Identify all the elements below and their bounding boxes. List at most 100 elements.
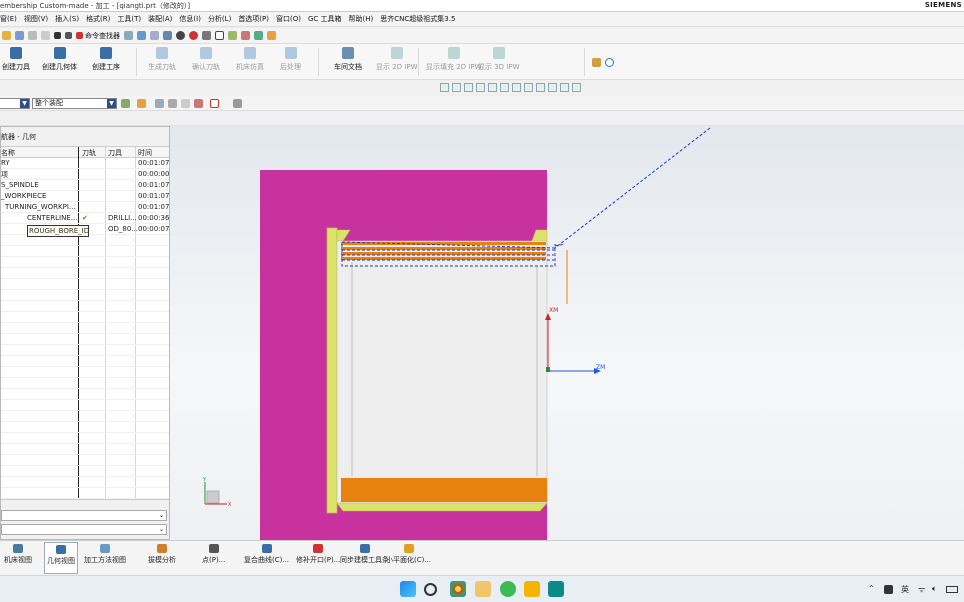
- ribbon-button[interactable]: 机床仿真: [236, 47, 264, 72]
- menu-item[interactable]: 装配(A): [148, 14, 172, 24]
- snap-point-icon[interactable]: [137, 99, 146, 108]
- ribbon-button[interactable]: 显示 2D IPW: [376, 47, 418, 72]
- type-filter-select[interactable]: ▼: [0, 98, 30, 109]
- table-row[interactable]: TURNING_WORKPI... 00:01:07: [1, 202, 169, 213]
- menu-item[interactable]: 帮助(H): [349, 14, 374, 24]
- replay-icon[interactable]: [536, 83, 545, 92]
- table-row[interactable]: [1, 444, 169, 455]
- model-view[interactable]: XM ZM Y X: [170, 126, 964, 540]
- menu-item[interactable]: 视图(V): [24, 14, 48, 24]
- table-row[interactable]: 项 00:00:00: [1, 169, 169, 180]
- render-icon[interactable]: [163, 31, 172, 40]
- wechat-icon[interactable]: [500, 581, 516, 597]
- nx-icon[interactable]: [548, 581, 564, 597]
- measure-icon[interactable]: [241, 31, 250, 40]
- table-row[interactable]: [1, 433, 169, 444]
- volume-icon[interactable]: 🔈︎: [932, 584, 937, 594]
- table-row[interactable]: _WORKPIECE 00:01:07: [1, 191, 169, 202]
- table-row[interactable]: [1, 411, 169, 422]
- column-time[interactable]: 时间: [138, 148, 152, 158]
- column-tool[interactable]: 刀具: [108, 148, 122, 158]
- bottom-tool-button[interactable]: 加工方法视图: [84, 544, 126, 565]
- info-icon[interactable]: [605, 58, 614, 67]
- graphics-window[interactable]: XM ZM Y X: [170, 126, 964, 540]
- ribbon-button[interactable]: 显示 3D IPW: [478, 47, 520, 72]
- orient-icon[interactable]: [150, 31, 159, 40]
- ribbon-button[interactable]: 后处理: [280, 47, 301, 72]
- dependencies-section[interactable]: ⌄: [1, 524, 167, 535]
- ribbon-button[interactable]: 创建刀具: [2, 47, 30, 72]
- shade-icon[interactable]: [176, 31, 185, 40]
- measure-tool-icon[interactable]: [592, 58, 601, 67]
- filter-icon[interactable]: [121, 99, 130, 108]
- ime-indicator[interactable]: 英: [901, 584, 909, 595]
- cube-icon[interactable]: [233, 99, 242, 108]
- undo-icon[interactable]: [65, 32, 72, 39]
- battery-icon[interactable]: [946, 586, 958, 593]
- snap-center-icon[interactable]: [181, 99, 190, 108]
- table-row[interactable]: [1, 455, 169, 466]
- command-finder-button[interactable]: 命令查找器: [76, 31, 120, 41]
- menu-item[interactable]: 格式(R): [86, 14, 110, 24]
- table-row[interactable]: [1, 323, 169, 334]
- table-row[interactable]: S_SPINDLE 00:01:07: [1, 180, 169, 191]
- table-row[interactable]: [1, 345, 169, 356]
- copy-op-icon[interactable]: [488, 83, 497, 92]
- table-row[interactable]: [1, 334, 169, 345]
- paste-op-icon[interactable]: [500, 83, 509, 92]
- table-row[interactable]: [1, 422, 169, 433]
- bottom-tool-button[interactable]: 修补开口(P)...: [296, 544, 340, 565]
- menu-item[interactable]: 思齐CNC超级祖式集3.5: [380, 14, 455, 24]
- table-row[interactable]: [1, 290, 169, 301]
- save-icon[interactable]: [15, 31, 24, 40]
- edit-icon[interactable]: [464, 83, 473, 92]
- table-row[interactable]: [1, 301, 169, 312]
- selection-scope-select[interactable]: 整个装配 ▼: [32, 98, 117, 109]
- table-row[interactable]: [1, 279, 169, 290]
- table-row[interactable]: [1, 312, 169, 323]
- ribbon-button[interactable]: 生成刀轨: [148, 47, 176, 72]
- settings-icon[interactable]: [267, 31, 276, 40]
- menu-item[interactable]: 分析(L): [208, 14, 231, 24]
- bottom-tool-button[interactable]: 同步建模工具条: [340, 544, 389, 565]
- snap-mid-icon[interactable]: [168, 99, 177, 108]
- layer-icon[interactable]: [202, 31, 211, 40]
- table-row[interactable]: [1, 389, 169, 400]
- table-row[interactable]: [1, 378, 169, 389]
- menu-item[interactable]: 窗(E): [0, 14, 17, 24]
- table-row[interactable]: [1, 246, 169, 257]
- display-icon[interactable]: [572, 83, 581, 92]
- bottom-tool-button[interactable]: 拔模分析: [148, 544, 176, 565]
- menu-item[interactable]: 窗口(O): [276, 14, 301, 24]
- table-row[interactable]: [1, 367, 169, 378]
- cut-icon[interactable]: [476, 83, 485, 92]
- verify-icon[interactable]: [440, 83, 449, 92]
- ribbon-button[interactable]: 显示填充 2D IPW: [426, 47, 482, 72]
- app-icon[interactable]: [475, 581, 491, 597]
- properties-icon[interactable]: [548, 83, 557, 92]
- wifi-icon[interactable]: ᯤ: [918, 584, 925, 595]
- open-icon[interactable]: [2, 31, 11, 40]
- chrome-icon[interactable]: [450, 581, 466, 597]
- snap-grid-icon[interactable]: [194, 99, 203, 108]
- list-icon[interactable]: [452, 83, 461, 92]
- box-select-icon[interactable]: [210, 99, 219, 108]
- menu-item[interactable]: 首选项(P): [238, 14, 269, 24]
- tray-app-icon[interactable]: [884, 585, 893, 594]
- menu-item[interactable]: 插入(S): [55, 14, 79, 24]
- color-icon[interactable]: [189, 31, 198, 40]
- ribbon-button[interactable]: 确认刀轨: [192, 47, 220, 72]
- column-path[interactable]: 刀轨: [82, 148, 96, 158]
- windows-start-icon[interactable]: [400, 581, 416, 597]
- object-icon[interactable]: [560, 83, 569, 92]
- analysis-icon[interactable]: [254, 31, 263, 40]
- bottom-tool-button[interactable]: 复合曲线(C)...: [244, 544, 289, 565]
- bottom-tool-button[interactable]: 点(P)...: [202, 544, 225, 565]
- view-triad-cube[interactable]: [206, 490, 220, 504]
- snap-end-icon[interactable]: [155, 99, 164, 108]
- delete-icon[interactable]: [54, 32, 61, 39]
- bottom-tool-button[interactable]: 几何视图: [44, 542, 78, 574]
- tool-icon[interactable]: [228, 31, 237, 40]
- menu-item[interactable]: GC 工具箱: [308, 14, 342, 24]
- table-row[interactable]: [1, 477, 169, 488]
